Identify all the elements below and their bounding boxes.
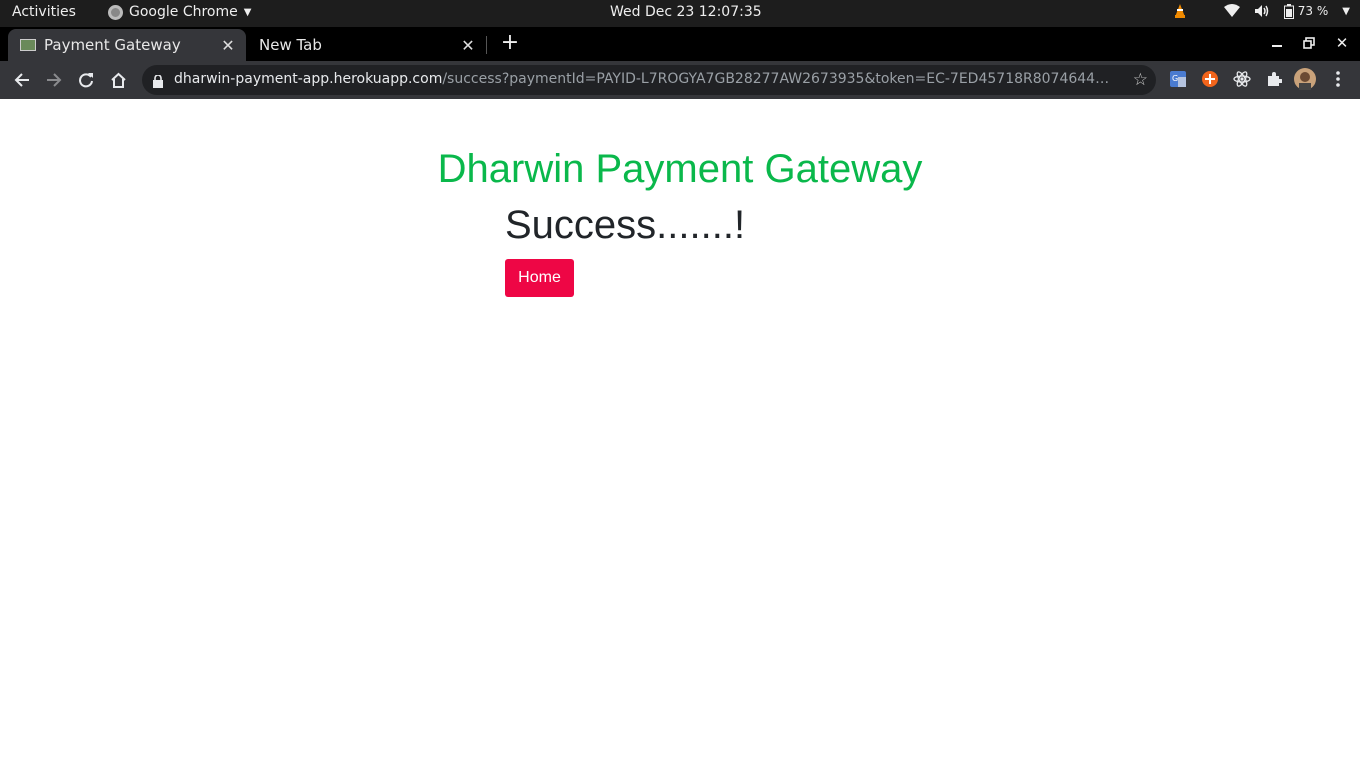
vlc-icon[interactable] [1172,3,1188,19]
success-message: Success.......! [505,203,746,247]
wifi-icon[interactable] [1223,4,1240,18]
new-tab-button[interactable]: + [498,31,522,55]
tab-new-tab[interactable]: New Tab ✕ [250,29,486,61]
forward-button[interactable] [41,67,67,93]
tab-divider [486,36,487,54]
app-menu[interactable]: Google Chrome ▼ [108,4,251,20]
reload-button[interactable] [73,67,99,93]
tab-payment-gateway[interactable]: Payment Gateway ✕ [8,29,246,61]
system-top-bar: Activities Google Chrome ▼ Wed Dec 23 12… [0,0,1360,27]
battery-indicator[interactable]: 73 % [1283,3,1329,19]
close-window-button[interactable]: ✕ [1330,31,1354,55]
page-favicon-icon [20,39,36,51]
activities-button[interactable]: Activities [12,4,76,20]
close-tab-icon[interactable]: ✕ [456,36,480,55]
extensions-puzzle-icon[interactable] [1264,69,1284,89]
system-tray[interactable]: 73 % ▼ [1172,3,1350,19]
battery-percent: 73 % [1297,4,1329,18]
home-button[interactable]: Home [505,259,574,297]
url-path: /success?paymentId=PAYID-L7ROGYA7GB28277… [442,71,1114,87]
close-tab-icon[interactable]: ✕ [216,36,240,55]
battery-icon [1283,3,1294,19]
chrome-menu-icon[interactable] [1328,69,1348,89]
restore-button[interactable] [1297,31,1321,55]
minimize-button[interactable] [1265,31,1289,55]
svg-text:G: G [1172,74,1178,83]
bookmark-star-icon[interactable]: ☆ [1133,70,1148,90]
volume-icon[interactable] [1254,4,1270,18]
tab-title: New Tab [259,36,322,54]
back-button[interactable] [9,67,35,93]
caret-down-icon[interactable]: ▼ [1342,6,1350,17]
tab-title: Payment Gateway [44,36,181,54]
caret-down-icon: ▼ [243,6,252,18]
tab-strip: Payment Gateway ✕ New Tab ✕ [0,27,1360,61]
url-host: dharwin-payment-app.herokuapp.com [174,71,443,87]
react-devtools-icon[interactable] [1232,69,1252,89]
google-translate-icon[interactable]: G [1168,69,1188,89]
profile-avatar[interactable] [1294,68,1316,90]
clock[interactable]: Wed Dec 23 12:07:35 [610,4,762,20]
extension-orange-icon[interactable] [1200,69,1220,89]
browser-toolbar: dharwin-payment-app.herokuapp.com/succes… [0,61,1360,99]
url-text[interactable]: dharwin-payment-app.herokuapp.com/succes… [174,71,1114,87]
home-icon[interactable] [105,67,131,93]
lock-icon[interactable] [153,73,163,92]
address-bar[interactable]: dharwin-payment-app.herokuapp.com/succes… [142,65,1156,95]
chrome-icon [108,4,123,20]
page-content: Dharwin Payment Gateway Success.......! … [0,99,1360,768]
page-title: Dharwin Payment Gateway [437,147,923,191]
app-menu-label: Google Chrome [129,4,238,20]
